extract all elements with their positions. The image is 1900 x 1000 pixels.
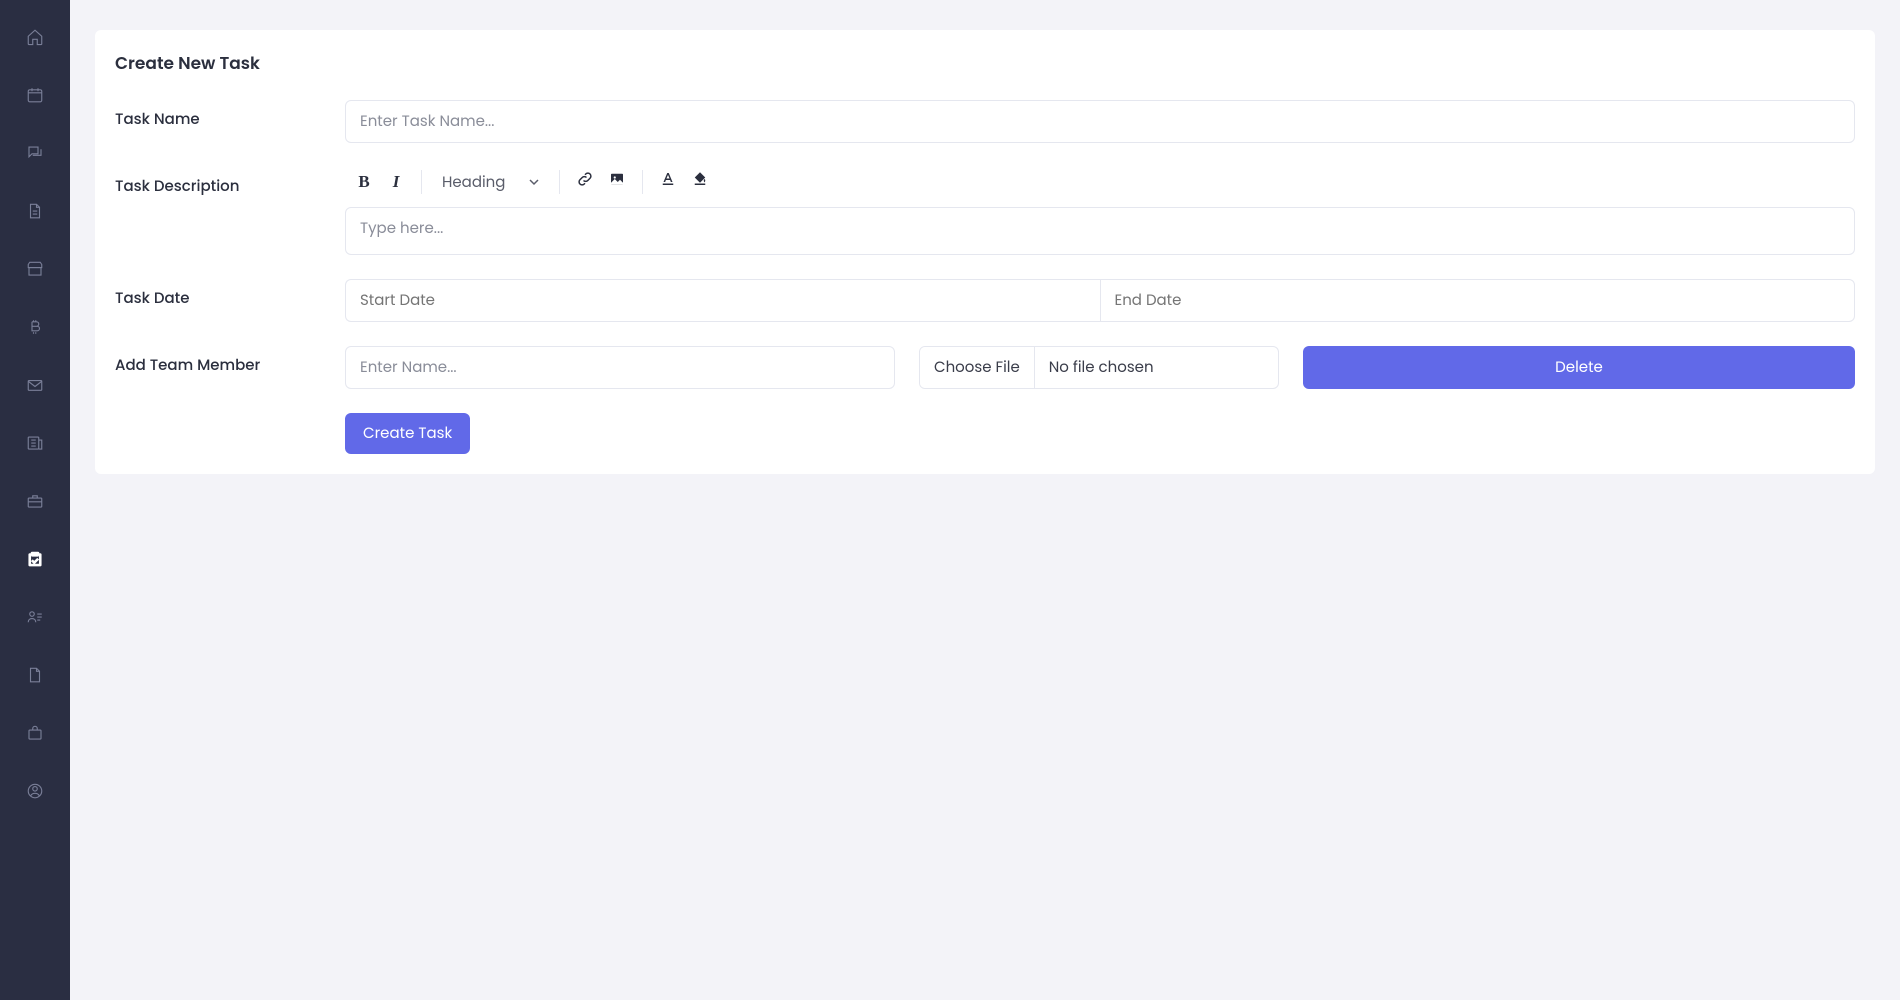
sidebar-item-calendar[interactable] [25, 88, 45, 108]
team-member-row: Add Team Member Choose File No file chos… [115, 346, 1855, 389]
page-title: Create New Task [115, 50, 1855, 76]
mail-icon [26, 376, 44, 401]
task-name-label: Task Name [115, 100, 345, 131]
toolbar-separator [642, 170, 643, 194]
sidebar-item-chat[interactable] [25, 146, 45, 166]
image-icon [608, 170, 626, 195]
file-icon [26, 202, 44, 227]
main-content: Create New Task Task Name Task Descripti… [70, 0, 1900, 1000]
team-member-input[interactable] [345, 346, 895, 389]
heading-dropdown[interactable]: Heading [432, 171, 549, 194]
delete-button[interactable]: Delete [1303, 346, 1855, 389]
team-member-label: Add Team Member [115, 346, 345, 377]
home-icon [26, 28, 44, 53]
description-editor[interactable]: Type here... [345, 207, 1855, 255]
profile-icon [26, 782, 44, 807]
start-date-input[interactable] [345, 279, 1100, 322]
task-description-label: Task Description [115, 167, 345, 198]
bitcoin-icon [26, 318, 44, 343]
chevron-down-icon [529, 171, 539, 194]
shop-icon [26, 260, 44, 285]
task-description-row: Task Description B I Heading [115, 167, 1855, 255]
bold-button[interactable]: B [349, 167, 379, 197]
sidebar-item-profile[interactable] [25, 784, 45, 804]
fill-color-button[interactable] [685, 167, 715, 197]
clipboard-check-icon [26, 550, 44, 575]
person-list-icon [26, 608, 44, 633]
task-name-input[interactable] [345, 100, 1855, 143]
sidebar-item-shop[interactable] [25, 262, 45, 282]
image-button[interactable] [602, 167, 632, 197]
document-icon [26, 666, 44, 691]
file-status-text: No file chosen [1035, 347, 1278, 388]
task-date-row: Task Date [115, 279, 1855, 322]
text-color-icon [659, 170, 677, 195]
sidebar-item-bag[interactable] [25, 726, 45, 746]
sidebar [0, 0, 70, 1000]
link-icon [576, 170, 594, 195]
sidebar-item-mail[interactable] [25, 378, 45, 398]
sidebar-item-clipboard[interactable] [25, 552, 45, 572]
task-name-row: Task Name [115, 100, 1855, 143]
sidebar-item-home[interactable] [25, 30, 45, 50]
sidebar-item-briefcase[interactable] [25, 494, 45, 514]
bag-icon [26, 724, 44, 749]
fill-color-icon [691, 170, 709, 195]
create-task-button[interactable]: Create Task [345, 413, 470, 454]
news-icon [26, 434, 44, 459]
sidebar-item-news[interactable] [25, 436, 45, 456]
sidebar-item-person-list[interactable] [25, 610, 45, 630]
editor-placeholder: Type here... [360, 218, 443, 239]
calendar-icon [26, 86, 44, 111]
text-color-button[interactable] [653, 167, 683, 197]
sidebar-item-file[interactable] [25, 204, 45, 224]
toolbar-separator [559, 170, 560, 194]
link-button[interactable] [570, 167, 600, 197]
choose-file-button[interactable]: Choose File [920, 347, 1035, 388]
submit-row: Create Task [115, 413, 1855, 454]
file-input-group: Choose File No file chosen [919, 346, 1279, 389]
briefcase-icon [26, 492, 44, 517]
task-date-label: Task Date [115, 279, 345, 310]
end-date-input[interactable] [1100, 279, 1856, 322]
toolbar-separator [421, 170, 422, 194]
sidebar-item-document[interactable] [25, 668, 45, 688]
chat-icon [26, 144, 44, 169]
heading-label: Heading [442, 171, 505, 194]
editor-toolbar: B I Heading [345, 167, 1855, 197]
sidebar-item-bitcoin[interactable] [25, 320, 45, 340]
create-task-card: Create New Task Task Name Task Descripti… [95, 30, 1875, 474]
italic-button[interactable]: I [381, 167, 411, 197]
